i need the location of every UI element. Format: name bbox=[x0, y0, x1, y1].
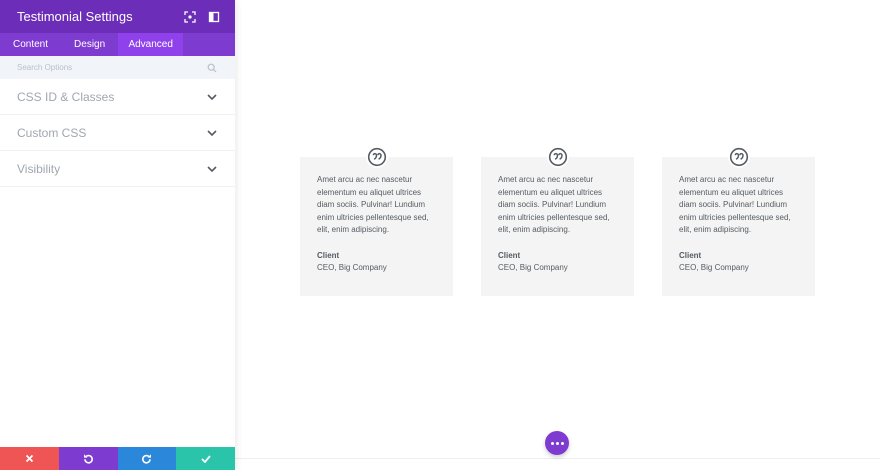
section-divider bbox=[235, 458, 880, 459]
quote-icon bbox=[365, 146, 388, 168]
page-canvas: Amet arcu ac nec nascetur elementum eu a… bbox=[235, 0, 880, 470]
check-icon bbox=[200, 454, 211, 463]
undo-button[interactable] bbox=[58, 447, 118, 470]
testimonial-author: Client bbox=[317, 250, 340, 260]
testimonial-text: Amet arcu ac nec nascetur elementum eu a… bbox=[317, 175, 429, 234]
search-icon[interactable] bbox=[206, 62, 218, 74]
dot bbox=[550, 441, 554, 445]
testimonial-card[interactable]: Amet arcu ac nec nascetur elementum eu a… bbox=[662, 146, 815, 296]
discard-button[interactable] bbox=[0, 447, 59, 470]
tab-advanced[interactable]: Advanced bbox=[118, 33, 184, 56]
quote-icon bbox=[727, 146, 750, 168]
dot bbox=[560, 441, 564, 445]
section-label: Custom CSS bbox=[17, 125, 87, 140]
testimonial-card[interactable]: Amet arcu ac nec nascetur elementum eu a… bbox=[481, 146, 634, 296]
chevron-down-icon bbox=[206, 91, 218, 103]
section-visibility[interactable]: Visibility bbox=[0, 151, 235, 187]
sidebar-toggle-icon[interactable] bbox=[203, 6, 225, 28]
panel-tabs: Content Design Advanced bbox=[0, 33, 235, 56]
redo-button[interactable] bbox=[117, 447, 177, 470]
chevron-down-icon bbox=[206, 163, 218, 175]
testimonial-position: CEO, Big Company bbox=[679, 262, 749, 272]
search-input[interactable] bbox=[17, 63, 206, 72]
section-css-id-classes[interactable]: CSS ID & Classes bbox=[0, 79, 235, 115]
testimonial-position: CEO, Big Company bbox=[317, 262, 387, 272]
more-options-button[interactable] bbox=[545, 431, 569, 455]
quote-icon bbox=[546, 146, 569, 168]
section-label: Visibility bbox=[17, 161, 61, 176]
settings-panel: Testimonial Settings Content Design Adva… bbox=[0, 0, 235, 470]
testimonial-author: Client bbox=[679, 250, 702, 260]
redo-icon bbox=[142, 454, 152, 464]
testimonial-position: CEO, Big Company bbox=[498, 262, 568, 272]
testimonial-card[interactable]: Amet arcu ac nec nascetur elementum eu a… bbox=[300, 146, 453, 296]
section-label: CSS ID & Classes bbox=[17, 89, 115, 104]
chevron-down-icon bbox=[206, 127, 218, 139]
undo-icon bbox=[83, 454, 93, 464]
panel-title: Testimonial Settings bbox=[17, 9, 133, 24]
dot bbox=[555, 441, 559, 445]
panel-header: Testimonial Settings bbox=[0, 0, 235, 33]
search-bar bbox=[0, 56, 235, 79]
testimonial-text: Amet arcu ac nec nascetur elementum eu a… bbox=[679, 175, 791, 234]
tab-design[interactable]: Design bbox=[61, 33, 118, 56]
close-icon bbox=[25, 454, 34, 463]
fullscreen-icon[interactable] bbox=[179, 6, 201, 28]
save-button[interactable] bbox=[176, 447, 235, 470]
panel-footer bbox=[0, 447, 235, 470]
section-custom-css[interactable]: Custom CSS bbox=[0, 115, 235, 151]
testimonial-author: Client bbox=[498, 250, 521, 260]
testimonial-text: Amet arcu ac nec nascetur elementum eu a… bbox=[498, 175, 610, 234]
tab-content[interactable]: Content bbox=[0, 33, 61, 56]
